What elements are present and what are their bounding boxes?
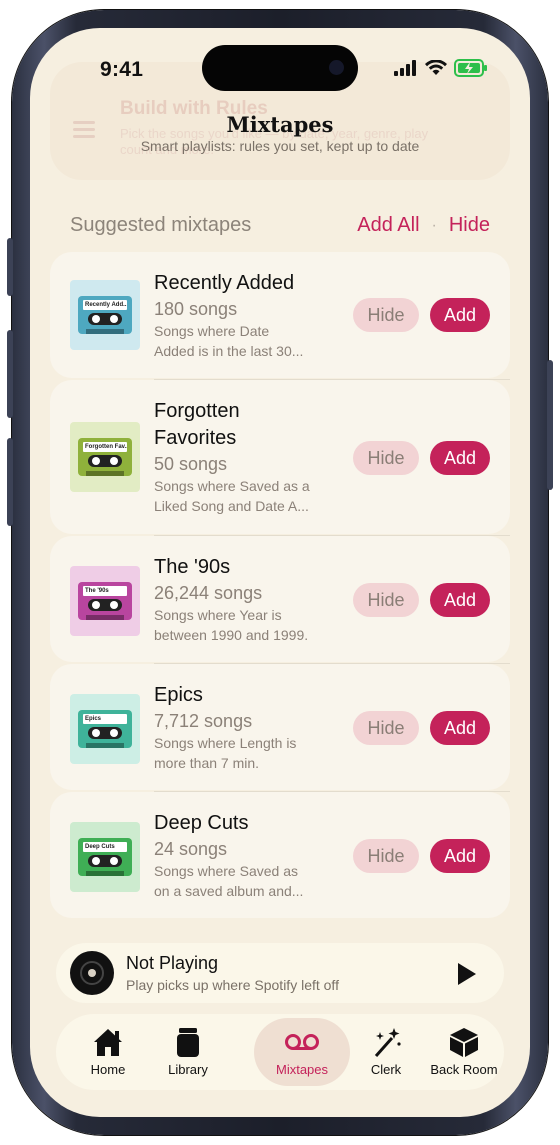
tab-label: Home [90,1062,126,1077]
description-line: Added is in the last 30... [154,343,304,359]
action-button [7,238,13,296]
hide-button[interactable]: Hide [353,839,419,873]
tab-label: Back Room [430,1062,498,1077]
song-count: 26,244 songs [154,583,263,603]
record-icon [70,951,114,995]
mixtape-name: The '90s [154,556,231,578]
add-button[interactable]: Add [430,298,490,332]
hide-button[interactable]: Hide [353,298,419,332]
voicemail-icon [285,1034,319,1050]
house-icon [94,1029,122,1056]
list-item[interactable]: Epics Epics 7,712 songs Songs where Leng… [50,664,510,792]
mixtape-artwork: Recently Add... [70,280,140,350]
add-button[interactable]: Add [430,441,490,475]
tape-label: Deep Cuts [83,842,127,852]
volume-up-button [7,330,13,418]
add-all-button[interactable]: Add All [357,214,419,237]
cassette-icon: Epics [78,710,132,748]
description-line: between 1990 and 1999. [154,627,309,643]
hide-all-button[interactable]: Hide [449,214,490,237]
add-button[interactable]: Add [430,839,490,873]
cassette-icon: Forgotten Fav... [78,438,132,476]
list-item[interactable]: The '90s The '90s 26,244 songs Songs whe… [50,536,510,664]
tape-label: The '90s [83,586,127,596]
box-icon [450,1028,478,1057]
mixtape-description: Songs where Date Added is in the last 30… [154,321,334,361]
screen: Build with Rules Pick the songs you'd li… [30,28,530,1117]
camera-icon [329,60,344,75]
hide-button[interactable]: Hide [353,583,419,617]
cassette-icon: Recently Add... [78,296,132,334]
tape-label: Forgotten Fav... [83,442,127,452]
page-subtitle: Smart playlists: rules you set, kept up … [140,138,420,154]
cellular-signal-icon [394,59,418,81]
mixtape-description: Songs where Saved as a Liked Song and Da… [154,476,334,516]
list-item[interactable]: Deep Cuts Deep Cuts 24 songs Songs where… [50,792,510,918]
now-playing-bar[interactable]: Not Playing Play picks up where Spotify … [56,943,504,1003]
suggestions-list: Recently Add... Recently Added 180 songs… [50,252,510,920]
mixtape-artwork: The '90s [70,566,140,636]
magic-wand-icon [374,1028,401,1057]
description-line: Songs where Year is [154,607,282,623]
song-count: 50 songs [154,454,228,474]
add-button[interactable]: Add [430,711,490,745]
tab-back-room[interactable]: Back Room [426,1014,502,1090]
list-item[interactable]: Recently Add... Recently Added 180 songs… [50,252,510,380]
description-line: Songs where Date [154,323,270,339]
hide-button[interactable]: Hide [353,711,419,745]
now-playing-subtitle: Play picks up where Spotify left off [126,977,339,993]
status-time: 9:41 [100,58,144,81]
section-actions: Add All · Hide [357,214,490,237]
mixtape-name-line: Favorites [154,427,237,449]
cassette-icon: The '90s [78,582,132,620]
tab-mixtapes[interactable]: Mixtapes [254,1014,350,1090]
mixtape-artwork: Deep Cuts [70,822,140,892]
mixtape-name: Recently Added [154,272,295,294]
description-line: on a saved album and... [154,883,304,899]
mixtape-description: Songs where Year is between 1990 and 199… [154,605,334,645]
volume-down-button [7,438,13,526]
mixtape-name: Forgotten Favorites [154,398,334,452]
description-line: more than 7 min. [154,755,260,771]
tape-label: Recently Add... [83,300,127,310]
battery-charging-icon [454,58,488,82]
jar-icon [177,1028,199,1057]
description-line: Songs where Saved as a [154,478,310,494]
mixtape-description: Songs where Length is more than 7 min. [154,733,334,773]
mixtape-artwork: Forgotten Fav... [70,422,140,492]
section-title: Suggested mixtapes [70,214,252,236]
power-button [547,360,553,490]
mixtape-name: Epics [154,684,203,706]
tab-label: Clerk [370,1062,402,1077]
cassette-icon: Deep Cuts [78,838,132,876]
page-title: Mixtapes [226,112,334,137]
mixtape-name: Deep Cuts [154,812,249,834]
mixtape-name-line: Forgotten [154,400,240,422]
hide-button[interactable]: Hide [353,441,419,475]
description-line: Liked Song and Date A... [154,498,309,514]
tab-library[interactable]: Library [148,1014,228,1090]
song-count: 24 songs [154,839,228,859]
list-item[interactable]: Forgotten Fav... Forgotten Favorites 50 … [50,380,510,536]
description-line: Songs where Saved as [154,863,298,879]
add-button[interactable]: Add [430,583,490,617]
tab-label: Library [168,1062,208,1077]
tab-home[interactable]: Home [68,1014,148,1090]
tape-label: Epics [83,714,127,724]
play-icon[interactable] [458,963,476,985]
mixtape-artwork: Epics [70,694,140,764]
dynamic-island [202,45,358,91]
tab-label: Mixtapes [275,1062,329,1077]
mixtape-description: Songs where Saved as on a saved album an… [154,861,334,901]
song-count: 7,712 songs [154,711,253,731]
tab-clerk[interactable]: Clerk [346,1014,426,1090]
separator-dot: · [431,216,437,234]
suggested-section-header: Suggested mixtapes Add All · Hide [70,214,490,240]
now-playing-title: Not Playing [126,953,219,973]
song-count: 180 songs [154,299,238,319]
description-line: Songs where Length is [154,735,297,751]
status-icons [394,58,488,82]
wifi-icon [425,58,447,81]
tab-bar: Home Library Mixtapes Clerk Back Room [56,1014,504,1090]
